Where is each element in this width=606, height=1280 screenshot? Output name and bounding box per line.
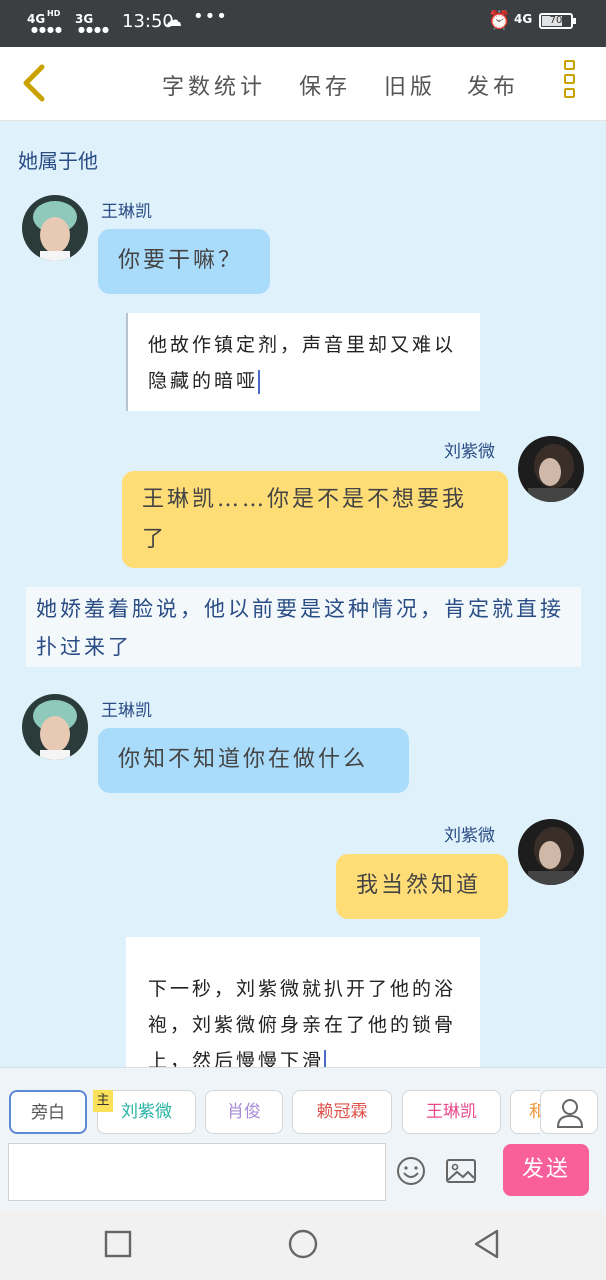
narration-block[interactable]: 他故作镇定剂，声音里却又难以隐藏的暗哑 [126, 313, 480, 411]
speaker-name: 刘紫微 [444, 442, 495, 462]
avatar-liuziwei[interactable] [518, 819, 584, 885]
more-dots: ••• [193, 6, 228, 27]
image-button[interactable] [445, 1156, 477, 1186]
avatar-wanglinkai[interactable] [22, 195, 88, 261]
role-chip-wanglinkai[interactable]: 王琳凯 [402, 1090, 501, 1134]
chevron-left-icon [23, 64, 45, 102]
square-icon [104, 1230, 132, 1258]
speaker-name: 王琳凯 [101, 701, 152, 721]
publish-button[interactable]: 发布 [467, 69, 519, 101]
avatar-image [518, 436, 584, 502]
user-icon [556, 1099, 584, 1128]
back-button[interactable] [16, 63, 52, 103]
signal-bars-icon: ●●●● [78, 25, 110, 34]
send-button[interactable]: 发送 [503, 1144, 589, 1196]
dialogue-bubble[interactable]: 我当然知道 [336, 854, 508, 919]
narration-block[interactable]: 下一秒，刘紫微就扒开了他的浴袍，刘紫微俯身亲在了他的锁骨上，然后慢慢下滑 [126, 937, 480, 1074]
battery-tip [573, 18, 576, 24]
avatar-image [518, 819, 584, 885]
battery-icon: 70 [539, 13, 573, 29]
add-role-button[interactable] [540, 1090, 598, 1134]
system-nav-bar [0, 1210, 606, 1280]
top-toolbar: 字数统计 保存 旧版 发布 [0, 47, 606, 121]
emoji-button[interactable] [396, 1156, 426, 1186]
narration-strip[interactable]: 她娇羞着脸说，他以前要是这种情况，肯定就直接扑过来了 [26, 587, 581, 667]
status-bar: 4G HD ●●●● 3G ●●●● 13:50 ☁ ••• ⏰ 4G 70 [0, 0, 606, 47]
role-chip-narrator[interactable]: 旁白 [9, 1090, 87, 1134]
chat-area[interactable]: 她属于他 王琳凯 你要干嘛？ 他故作镇定剂，声音里却又难以隐藏的暗哑 刘紫微 王… [0, 121, 606, 1074]
dialogue-bubble[interactable]: 你要干嘛？ [98, 229, 270, 294]
avatar-liuziwei[interactable] [518, 436, 584, 502]
main-role-tag: 主 [93, 1090, 113, 1112]
network-4g-label: 4G [514, 12, 533, 26]
dialogue-bubble[interactable]: 王琳凯……你是不是不想要我了 [122, 471, 508, 568]
save-button[interactable]: 保存 [299, 69, 351, 101]
speaker-name: 刘紫微 [444, 826, 495, 846]
narration-text: 他故作镇定剂，声音里却又难以隐藏的暗哑 [148, 334, 457, 392]
hd-label: HD [47, 9, 61, 18]
story-title: 她属于他 [18, 149, 98, 173]
text-cursor [258, 370, 261, 394]
avatar-image [22, 195, 88, 261]
message-input[interactable] [8, 1143, 386, 1201]
triangle-back-icon [474, 1229, 499, 1259]
role-chip-more[interactable]: 和 [510, 1090, 540, 1134]
narration-text: 下一秒，刘紫微就扒开了他的浴袍，刘紫微俯身亲在了他的锁骨上，然后慢慢下滑 [148, 978, 457, 1072]
word-count-button[interactable]: 字数统计 [162, 69, 266, 101]
smiley-icon [397, 1157, 425, 1185]
old-version-button[interactable]: 旧版 [384, 69, 436, 101]
role-chip-laiguanlin[interactable]: 赖冠霖 [292, 1090, 392, 1134]
signal-bars-icon: ●●●● [31, 25, 63, 34]
signal-4g-label: 4G [27, 12, 46, 26]
back-nav-button[interactable] [471, 1228, 503, 1260]
alarm-icon: ⏰ [488, 10, 511, 31]
speaker-name: 王琳凯 [101, 202, 152, 222]
cloud-icon: ☁ [164, 10, 182, 31]
menu-square-icon [564, 74, 575, 84]
avatar-wanglinkai[interactable] [22, 694, 88, 760]
battery-percent: 70 [549, 15, 563, 26]
menu-square-icon [564, 88, 575, 98]
signal-3g-label: 3G [75, 12, 94, 26]
dialogue-bubble[interactable]: 你知不知道你在做什么 [98, 728, 409, 793]
menu-square-icon [564, 60, 575, 70]
home-button[interactable] [287, 1228, 319, 1260]
image-icon [446, 1159, 476, 1183]
menu-button[interactable] [562, 60, 584, 110]
composer: 旁白 刘紫微 主 肖俊 赖冠霖 王琳凯 和 发送 [0, 1067, 606, 1211]
circle-icon [288, 1229, 318, 1259]
recent-apps-button[interactable] [102, 1228, 134, 1260]
role-chip-xiaojun[interactable]: 肖俊 [205, 1090, 283, 1134]
avatar-image [22, 694, 88, 760]
